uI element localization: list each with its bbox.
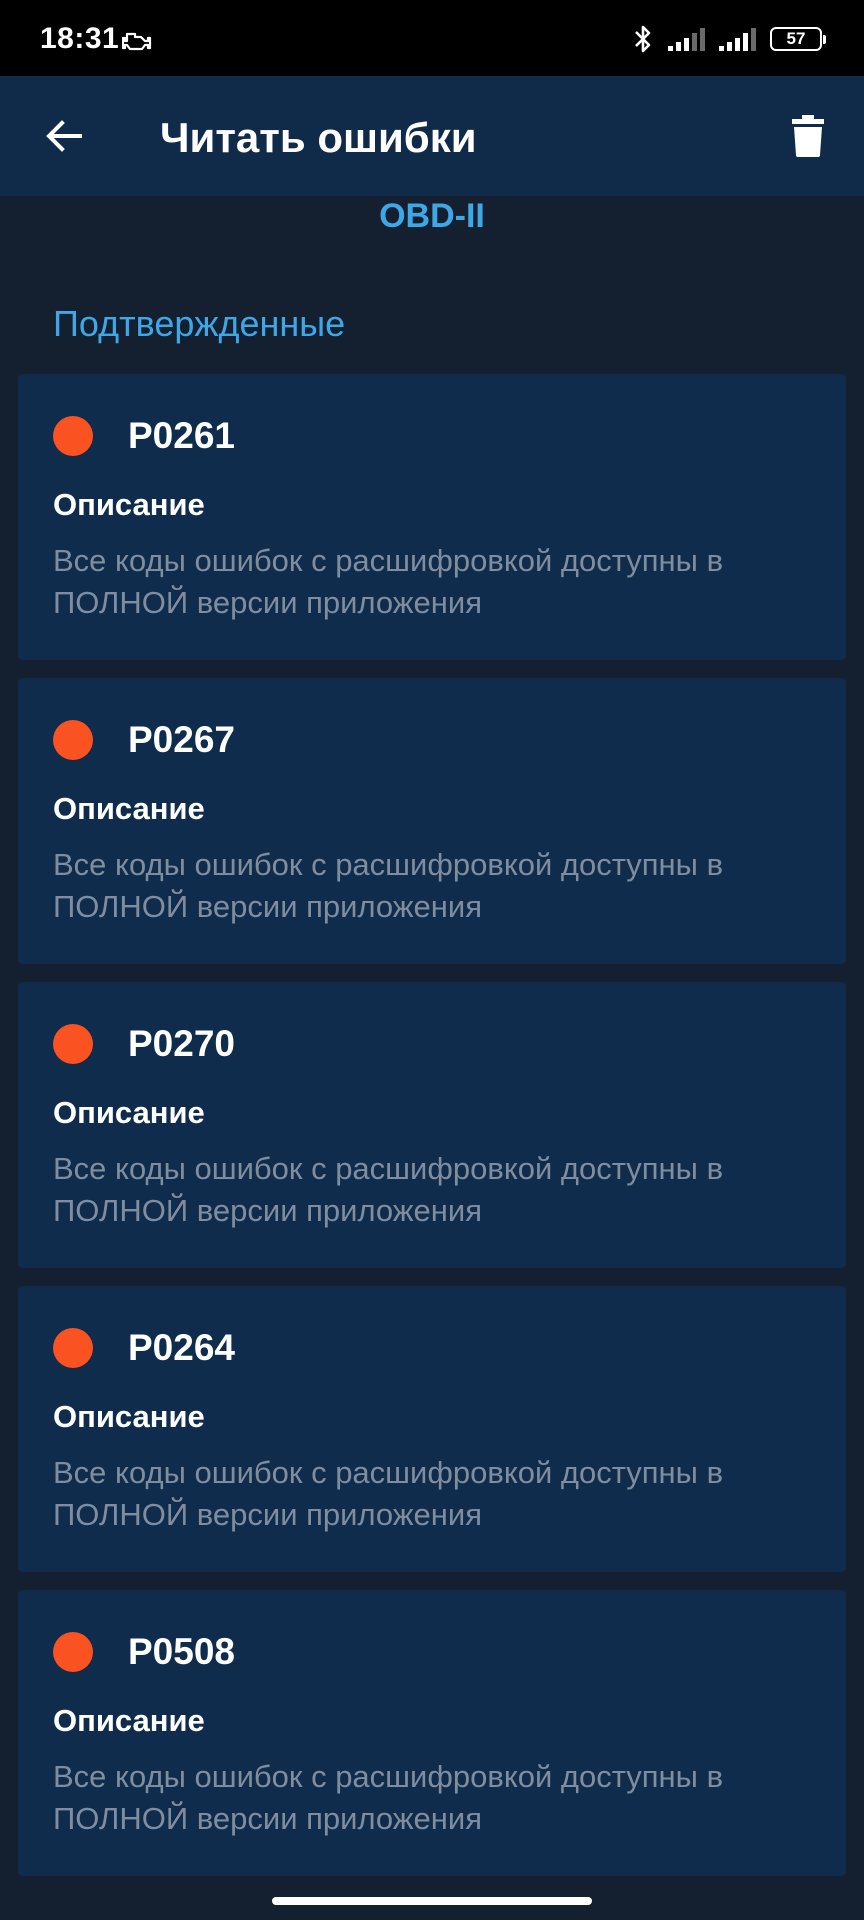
error-code: P0508 bbox=[128, 1631, 235, 1672]
arrow-left-icon bbox=[46, 120, 82, 152]
page-title: Читать ошибки bbox=[160, 114, 477, 161]
app-bar: Читать ошибки bbox=[0, 76, 864, 196]
error-card[interactable]: P0267 Описание Все коды ошибок с расшифр… bbox=[18, 678, 846, 964]
error-code: P0267 bbox=[128, 719, 235, 760]
protocol-label: OBD-II bbox=[379, 197, 485, 235]
status-bar: 18:31 57 bbox=[0, 0, 864, 76]
description-label: Описание bbox=[53, 1399, 205, 1434]
description-text: Все коды ошибок с расшифровкой доступны … bbox=[53, 847, 724, 924]
bluetooth-icon bbox=[635, 25, 651, 53]
description-label: Описание bbox=[53, 791, 205, 826]
engine-icon bbox=[122, 32, 152, 51]
description-label: Описание bbox=[53, 1095, 205, 1130]
screen: 18:31 57 Читать ошибки OBD-II Подтвержде… bbox=[0, 0, 864, 1920]
error-card[interactable]: P0261 Описание Все коды ошибок с расшифр… bbox=[18, 374, 846, 660]
error-card[interactable]: P0270 Описание Все коды ошибок с расшифр… bbox=[18, 982, 846, 1268]
error-status-dot bbox=[53, 720, 93, 760]
back-button[interactable] bbox=[28, 100, 100, 172]
section-title-confirmed: Подтвержденные bbox=[53, 303, 346, 344]
delete-button[interactable] bbox=[772, 100, 844, 172]
description-label: Описание bbox=[53, 1703, 205, 1738]
status-icons: 57 bbox=[632, 24, 826, 54]
error-code: P0264 bbox=[128, 1327, 235, 1368]
home-indicator[interactable] bbox=[272, 1897, 592, 1905]
error-status-dot bbox=[53, 1632, 93, 1672]
signal-icon bbox=[719, 27, 756, 51]
description-label: Описание bbox=[53, 487, 205, 522]
battery-icon: 57 bbox=[770, 27, 826, 51]
error-code: P0261 bbox=[128, 415, 235, 456]
trash-icon bbox=[792, 115, 824, 157]
error-code: P0270 bbox=[128, 1023, 235, 1064]
description-text: Все коды ошибок с расшифровкой доступны … bbox=[53, 1455, 724, 1532]
description-text: Все коды ошибок с расшифровкой доступны … bbox=[53, 1759, 724, 1836]
description-text: Все коды ошибок с расшифровкой доступны … bbox=[53, 1151, 724, 1228]
description-text: Все коды ошибок с расшифровкой доступны … bbox=[53, 543, 724, 620]
error-card[interactable]: P0264 Описание Все коды ошибок с расшифр… bbox=[18, 1286, 846, 1572]
error-list: P0261 Описание Все коды ошибок с расшифр… bbox=[18, 374, 846, 1894]
signal-icon bbox=[668, 27, 705, 51]
error-status-dot bbox=[53, 416, 93, 456]
battery-level: 57 bbox=[786, 29, 806, 48]
error-card[interactable]: P0508 Описание Все коды ошибок с расшифр… bbox=[18, 1590, 846, 1876]
error-status-dot bbox=[53, 1024, 93, 1064]
status-time: 18:31 bbox=[40, 22, 120, 55]
error-status-dot bbox=[53, 1328, 93, 1368]
